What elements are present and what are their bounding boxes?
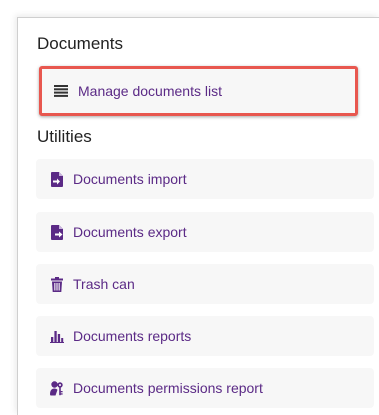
menu-item-label: Trash can	[73, 276, 135, 292]
menu-item-documents-permissions-report[interactable]: Documents permissions report	[36, 368, 374, 408]
menu-item-label: Manage documents list	[78, 83, 222, 99]
menu-item-label: Documents export	[73, 224, 187, 240]
documents-section-title: Documents	[37, 34, 123, 53]
user-key-icon	[50, 380, 64, 396]
menu-item-documents-export[interactable]: Documents export	[36, 212, 374, 252]
menu-item-manage-documents-list[interactable]: Manage documents list	[42, 69, 355, 113]
menu-panel: Documents Manage documents list Utilitie…	[17, 17, 379, 415]
menu-item-label: Documents import	[73, 171, 187, 187]
utilities-section-title: Utilities	[37, 127, 92, 146]
menu-item-documents-import[interactable]: Documents import	[36, 159, 374, 199]
trash-icon	[50, 276, 64, 292]
menu-item-documents-reports[interactable]: Documents reports	[36, 316, 374, 356]
bar-chart-icon	[50, 328, 64, 344]
menu-item-label: Documents permissions report	[73, 380, 263, 396]
menu-item-label: Documents reports	[73, 328, 192, 344]
menu-item-trash-can[interactable]: Trash can	[36, 264, 374, 304]
file-import-icon	[50, 171, 64, 187]
file-export-icon	[50, 224, 64, 240]
list-icon	[54, 83, 68, 99]
